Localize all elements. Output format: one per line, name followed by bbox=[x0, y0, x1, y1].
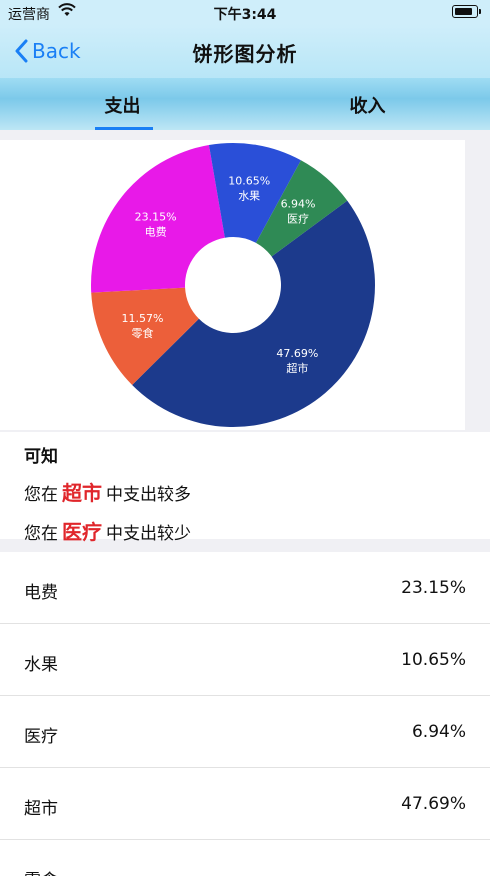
slice-category-label: 水果 bbox=[238, 189, 260, 202]
category-list: 电费 23.15% 水果 10.65% 医疗 6.94% 超市 47.69% 零… bbox=[0, 552, 490, 876]
navigation-bar: Back 饼形图分析 bbox=[0, 24, 490, 78]
clock: 下午3:44 bbox=[213, 7, 277, 23]
summary-least-prefix: 您在 bbox=[24, 524, 58, 544]
list-item[interactable]: 电费 23.15% bbox=[0, 552, 490, 624]
status-bar: 运营商 下午3:44 bbox=[0, 0, 490, 24]
list-item[interactable]: 零食 bbox=[0, 840, 490, 876]
slice-category-label: 电费 bbox=[145, 225, 167, 238]
summary-least: 您在 医疗 中支出较少 bbox=[24, 516, 490, 545]
list-item[interactable]: 水果 10.65% bbox=[0, 624, 490, 696]
list-item-name: 电费 bbox=[24, 583, 58, 603]
slice-percent-label: 11.57% bbox=[122, 312, 164, 325]
summary-least-suffix: 中支出较少 bbox=[106, 524, 191, 544]
summary-most-prefix: 您在 bbox=[24, 485, 58, 505]
tab-bar: 支出 收入 bbox=[0, 78, 490, 130]
list-item-percent: 47.69% bbox=[401, 794, 466, 814]
slice-category-label: 零食 bbox=[132, 326, 154, 340]
list-item[interactable]: 超市 47.69% bbox=[0, 768, 490, 840]
list-item-name: 水果 bbox=[24, 655, 58, 675]
summary-most: 您在 超市 中支出较多 bbox=[24, 477, 490, 506]
list-item-percent: 10.65% bbox=[401, 650, 466, 670]
list-item-name: 零食 bbox=[24, 866, 58, 876]
list-item-percent: 6.94% bbox=[411, 722, 466, 742]
tab-income[interactable]: 收入 bbox=[245, 78, 490, 130]
active-tab-indicator bbox=[95, 127, 153, 130]
list-item-percent: 23.15% bbox=[401, 578, 466, 598]
tab-expense[interactable]: 支出 bbox=[0, 78, 245, 130]
slice-percent-label: 23.15% bbox=[135, 210, 177, 223]
slice-percent-label: 47.69% bbox=[276, 347, 318, 360]
list-item[interactable]: 医疗 6.94% bbox=[0, 696, 490, 768]
slice-category-label: 医疗 bbox=[287, 211, 309, 225]
list-item-name: 超市 bbox=[24, 799, 58, 819]
pie-chart-card: 47.69% 超市 11.57% 零食 23.15% 电费 10.65% 水果 6.94% 医疗 bbox=[0, 140, 465, 430]
page-title: 饼形图分析 bbox=[192, 42, 298, 66]
slice-percent-label: 10.65% bbox=[228, 174, 270, 187]
summary-most-suffix: 中支出较多 bbox=[106, 485, 191, 505]
summary-section: 可知 您在 超市 中支出较多 您在 医疗 中支出较少 bbox=[0, 432, 490, 544]
list-item-name: 医疗 bbox=[24, 727, 58, 747]
summary-least-category: 医疗 bbox=[62, 520, 102, 544]
donut-chart: 47.69%超市 11.57%零食 23.15% 电费 10.65% 水果 6.94%医疗 bbox=[91, 143, 376, 428]
slice-percent-label: 6.94% bbox=[281, 197, 316, 210]
summary-most-category: 超市 bbox=[62, 481, 102, 505]
battery-icon bbox=[452, 5, 481, 18]
slice-category-label: 超市 bbox=[286, 361, 308, 375]
summary-heading: 可知 bbox=[24, 447, 58, 467]
